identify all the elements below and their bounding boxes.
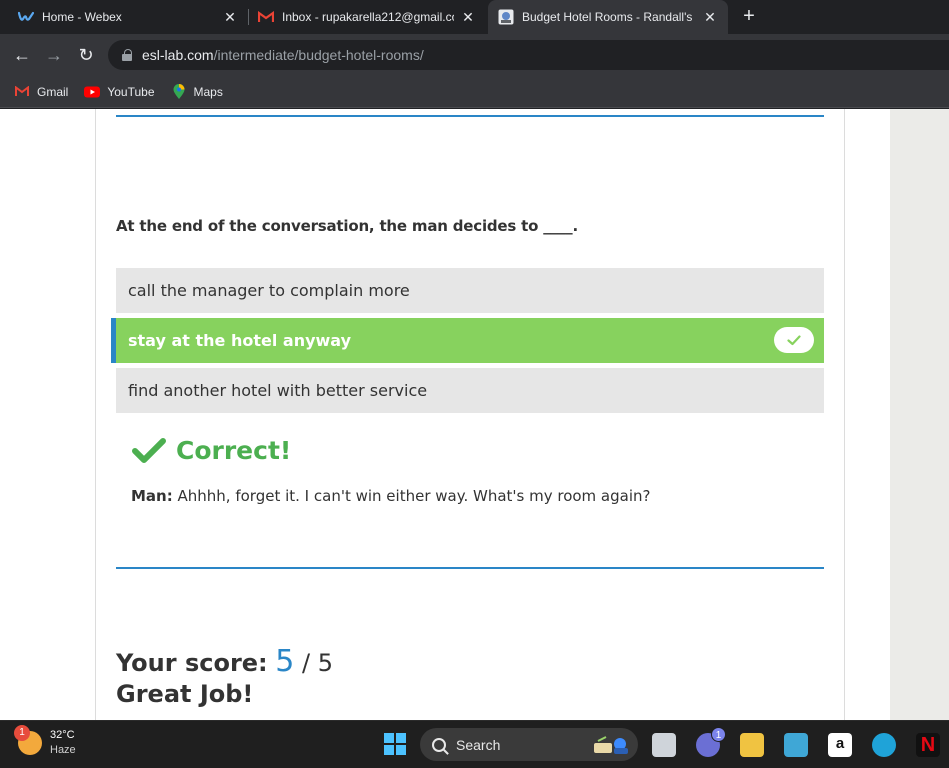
search-highlight-icon bbox=[594, 736, 628, 754]
speaker-text: Ahhhh, forget it. I can't win either way… bbox=[177, 487, 651, 505]
address-bar[interactable]: esl-lab.com/intermediate/budget-hotel-ro… bbox=[108, 40, 949, 70]
answer-option-text: find another hotel with better service bbox=[128, 381, 428, 400]
bookmarks-bar: Gmail YouTube Maps bbox=[0, 76, 949, 108]
task-view-icon[interactable] bbox=[652, 733, 676, 757]
bookmark-label: Maps bbox=[193, 84, 223, 99]
feedback-line: Man: Ahhhh, forget it. I can't win eithe… bbox=[131, 487, 650, 505]
score-total: / 5 bbox=[302, 649, 334, 677]
search-icon bbox=[432, 737, 446, 752]
answer-option[interactable]: call the manager to complain more bbox=[116, 268, 824, 313]
close-icon[interactable]: ✕ bbox=[702, 9, 718, 26]
bookmark-label: YouTube bbox=[107, 84, 155, 99]
weather-widget[interactable]: 1 32°C Haze bbox=[14, 725, 76, 758]
tab-gmail[interactable]: Inbox - rupakarella212@gmail.co ✕ bbox=[248, 0, 486, 34]
weather-condition: Haze bbox=[50, 744, 76, 756]
webex-icon bbox=[18, 9, 34, 25]
answer-option-selected[interactable]: stay at the hotel anyway bbox=[111, 318, 824, 363]
checkmark-icon bbox=[132, 437, 166, 463]
url-path: /intermediate/budget-hotel-rooms/ bbox=[213, 47, 424, 63]
gmail-icon bbox=[258, 9, 274, 25]
file-explorer-icon[interactable] bbox=[740, 733, 764, 757]
desktop-app-icon[interactable] bbox=[784, 733, 808, 757]
answer-option-text: call the manager to complain more bbox=[128, 281, 410, 300]
score-value: 5 bbox=[275, 644, 295, 679]
feedback-title: Correct! bbox=[176, 436, 292, 465]
reload-icon[interactable]: ↻ bbox=[74, 43, 98, 67]
score-display: Your score: 5 / 5 bbox=[116, 647, 333, 678]
close-icon[interactable]: ✕ bbox=[222, 9, 238, 26]
quiz-container bbox=[95, 109, 845, 720]
maps-icon bbox=[171, 83, 187, 100]
quiz-question: At the end of the conversation, the man … bbox=[116, 217, 578, 235]
windows-start-icon[interactable] bbox=[384, 733, 406, 755]
taskbar: 1 32°C Haze Search 1 a N bbox=[0, 720, 949, 768]
esl-lab-icon bbox=[498, 9, 514, 25]
divider bbox=[116, 567, 824, 569]
tab-esl-lab[interactable]: Budget Hotel Rooms - Randall's ✕ bbox=[488, 0, 728, 34]
lock-icon bbox=[122, 49, 132, 61]
score-label: Your score: bbox=[116, 649, 268, 677]
edge-icon[interactable] bbox=[872, 733, 896, 757]
answer-option-text: stay at the hotel anyway bbox=[128, 331, 352, 350]
url-host: esl-lab.com bbox=[142, 47, 214, 63]
tab-webex[interactable]: Home - Webex ✕ bbox=[8, 0, 248, 34]
taskbar-search[interactable]: Search bbox=[420, 728, 638, 761]
checkmark-icon bbox=[774, 327, 814, 353]
answer-option[interactable]: find another hotel with better service bbox=[116, 368, 824, 413]
notification-badge: 1 bbox=[14, 725, 30, 741]
teams-chat-icon[interactable]: 1 bbox=[696, 727, 726, 757]
score-message: Great Job! bbox=[116, 680, 254, 708]
bookmark-youtube[interactable]: YouTube bbox=[84, 84, 155, 100]
tab-strip: Home - Webex ✕ Inbox - rupakarella212@gm… bbox=[0, 0, 949, 34]
feedback-heading: Correct! bbox=[132, 436, 291, 465]
tab-title: Budget Hotel Rooms - Randall's bbox=[522, 10, 693, 24]
netflix-icon[interactable]: N bbox=[916, 733, 940, 757]
divider bbox=[116, 115, 824, 117]
amazon-icon[interactable]: a bbox=[828, 733, 852, 757]
speaker-label: Man: bbox=[131, 487, 173, 505]
browser-toolbar: ← → ↻ esl-lab.com/intermediate/budget-ho… bbox=[0, 34, 949, 76]
bookmark-maps[interactable]: Maps bbox=[171, 83, 223, 100]
bookmark-gmail[interactable]: Gmail bbox=[14, 84, 68, 100]
forward-icon[interactable]: → bbox=[42, 43, 66, 67]
close-icon[interactable]: ✕ bbox=[460, 9, 476, 26]
youtube-icon bbox=[84, 84, 101, 100]
page-gutter bbox=[890, 109, 949, 720]
weather-haze-icon: 1 bbox=[14, 725, 42, 755]
tab-title: Home - Webex bbox=[42, 10, 122, 24]
weather-temperature: 32°C bbox=[50, 729, 75, 741]
new-tab-icon[interactable]: + bbox=[738, 6, 760, 28]
back-icon[interactable]: ← bbox=[10, 43, 34, 67]
tab-title: Inbox - rupakarella212@gmail.co bbox=[282, 10, 454, 24]
bookmark-label: Gmail bbox=[37, 84, 69, 99]
web-page: At the end of the conversation, the man … bbox=[0, 109, 949, 720]
notification-badge: 1 bbox=[711, 727, 726, 742]
gmail-icon bbox=[14, 84, 30, 100]
search-label: Search bbox=[456, 736, 501, 753]
